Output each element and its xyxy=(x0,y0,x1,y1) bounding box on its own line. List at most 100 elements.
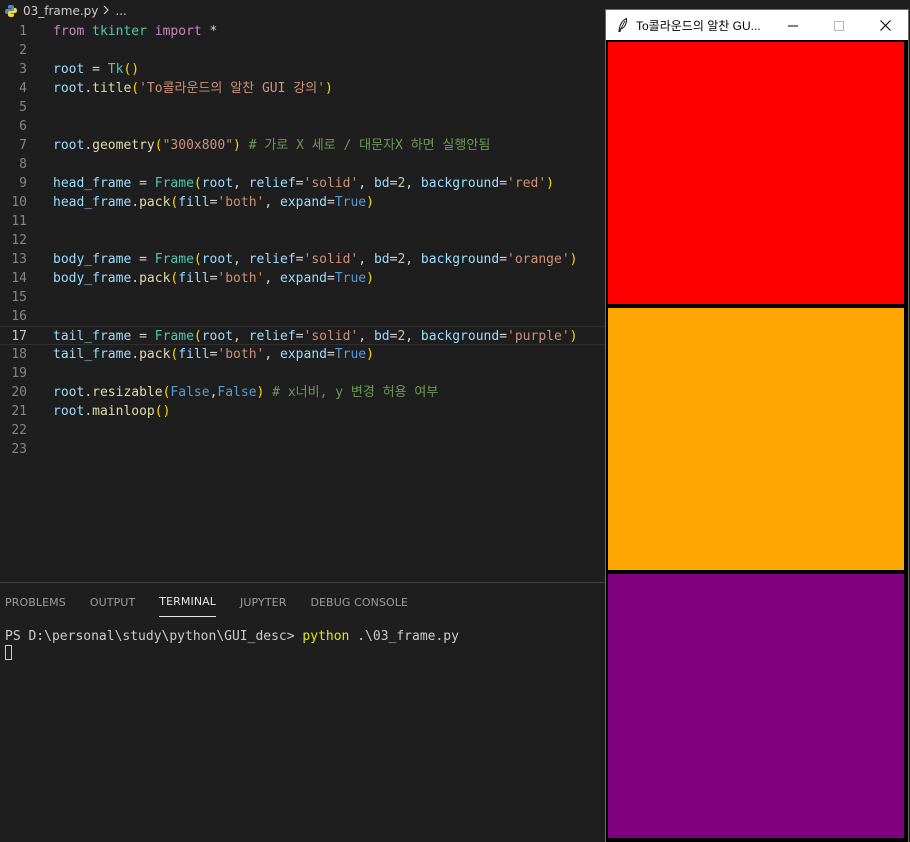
code-line[interactable]: 22 xyxy=(0,421,606,440)
token: mainloop xyxy=(92,404,155,419)
tab-problems[interactable]: PROBLEMS xyxy=(5,583,66,621)
token: = xyxy=(295,329,304,344)
token: fill xyxy=(178,347,210,362)
code-line[interactable]: 7 root.geometry("300x800") # 가로 X 세로 / 대문… xyxy=(0,136,606,155)
token: root xyxy=(53,385,85,400)
tab-jupyter[interactable]: JUPYTER xyxy=(240,583,286,621)
token: background xyxy=(420,252,500,267)
token: Frame xyxy=(154,329,194,344)
token: pack xyxy=(139,347,171,362)
line-number: 11 xyxy=(11,214,27,229)
code-editor[interactable]: 1 from tkinter import * 2 3 root = Tk() 4r… xyxy=(0,22,606,582)
code-line[interactable]: 10 head_frame.pack(fill='both', expand=Tr… xyxy=(0,193,606,212)
token: head_frame xyxy=(53,176,132,191)
line-number: 9 xyxy=(19,176,27,191)
tab-debug-console[interactable]: DEBUG CONSOLE xyxy=(310,583,408,621)
code-line[interactable]: 1 from tkinter import * xyxy=(0,22,606,41)
line-number: 1 xyxy=(19,24,27,39)
code-line[interactable]: 3 root = Tk() xyxy=(0,60,606,79)
maximize-icon xyxy=(834,16,844,35)
code-line[interactable]: 14 body_frame.pack(fill='both', expand=Tr… xyxy=(0,269,606,288)
head-frame xyxy=(608,42,904,304)
token: 'To콜라운드의 알찬 GUI 강의' xyxy=(139,81,326,96)
breadcrumb-more[interactable]: ... xyxy=(115,4,126,18)
terminal-cursor xyxy=(5,645,12,660)
token: root xyxy=(201,176,234,191)
token: . xyxy=(131,195,140,210)
code-line[interactable]: 15 xyxy=(0,288,606,307)
line-number: 8 xyxy=(19,157,27,172)
token: . xyxy=(84,138,93,153)
line-number: 7 xyxy=(19,138,27,153)
token: False xyxy=(217,385,257,400)
token: . xyxy=(84,81,93,96)
code-line[interactable]: 23 xyxy=(0,440,606,459)
token: 'both' xyxy=(217,271,265,286)
token: = xyxy=(326,271,335,286)
token: = xyxy=(326,195,335,210)
code-line[interactable]: 2 xyxy=(0,41,606,60)
code-line[interactable]: 19 xyxy=(0,364,606,383)
code-line[interactable]: 6 xyxy=(0,117,606,136)
code-line[interactable]: 8 xyxy=(0,155,606,174)
code-line[interactable]: 4 root.title('To콜라운드의 알찬 GUI 강의') xyxy=(0,79,606,98)
line-number: 6 xyxy=(19,119,27,134)
code-line[interactable]: 20 root.resizable(False,False) # x너비, y 변… xyxy=(0,383,606,402)
code-line[interactable]: 13 body_frame = Frame(root, relief='solid… xyxy=(0,250,606,269)
code-line[interactable]: 9 head_frame = Frame(root, relief='solid'… xyxy=(0,174,606,193)
code-line[interactable]: 11 xyxy=(0,212,606,231)
token: root xyxy=(201,252,234,267)
code-line[interactable]: 16 xyxy=(0,307,606,326)
maximize-button[interactable] xyxy=(816,10,862,40)
token: bd xyxy=(373,252,390,267)
minimize-button[interactable] xyxy=(770,10,816,40)
breadcrumb-file[interactable]: 03_frame.py xyxy=(23,4,98,18)
token: expand xyxy=(280,347,327,362)
token: ) xyxy=(366,195,374,210)
token: import xyxy=(154,24,202,39)
token: root xyxy=(53,404,85,419)
terminal-args: .\03_frame.py xyxy=(349,629,459,644)
token: , xyxy=(233,329,249,344)
tk-window[interactable]: To콜라운드의 알찬 GU... xyxy=(606,10,908,842)
line-number: 19 xyxy=(11,366,27,381)
close-icon xyxy=(879,16,891,35)
token: , xyxy=(405,176,421,191)
token: = xyxy=(295,252,304,267)
line-number: 13 xyxy=(11,252,27,267)
code-line[interactable]: 5 xyxy=(0,98,606,117)
token: ) xyxy=(366,347,374,362)
token: . xyxy=(131,271,140,286)
token: ( xyxy=(193,329,202,344)
token: , xyxy=(358,252,374,267)
token: root xyxy=(201,329,234,344)
token: root xyxy=(53,62,85,77)
token: () xyxy=(154,404,171,419)
token: fill xyxy=(178,271,210,286)
line-number: 15 xyxy=(11,290,27,305)
token: 'solid' xyxy=(303,176,359,191)
token: bd xyxy=(373,176,390,191)
tab-terminal[interactable]: TERMINAL xyxy=(159,587,217,617)
token: background xyxy=(420,329,500,344)
body-frame xyxy=(608,308,904,570)
tk-titlebar[interactable]: To콜라운드의 알찬 GU... xyxy=(606,10,908,40)
token: pack xyxy=(139,271,171,286)
token: ( xyxy=(154,138,163,153)
code-line[interactable]: 21 root.mainloop() xyxy=(0,402,606,421)
token: , xyxy=(264,271,281,286)
token: ( xyxy=(193,176,202,191)
close-button[interactable] xyxy=(862,10,908,40)
token: . xyxy=(84,404,93,419)
code-line-current[interactable]: 17 tail_frame = Frame(root, relief='solid… xyxy=(0,326,606,345)
tab-output[interactable]: OUTPUT xyxy=(90,583,135,621)
token: relief xyxy=(248,329,296,344)
terminal[interactable]: PS D:\personal\study\python\GUI_desc> py… xyxy=(5,629,459,660)
chevron-right-icon xyxy=(102,5,110,18)
code-line[interactable]: 12 xyxy=(0,231,606,250)
token: "300x800" xyxy=(162,138,234,153)
token: 'red' xyxy=(507,176,547,191)
token: ) xyxy=(569,329,578,344)
token: , xyxy=(264,347,281,362)
code-line[interactable]: 18 tail_frame.pack(fill='both', expand=Tr… xyxy=(0,345,606,364)
